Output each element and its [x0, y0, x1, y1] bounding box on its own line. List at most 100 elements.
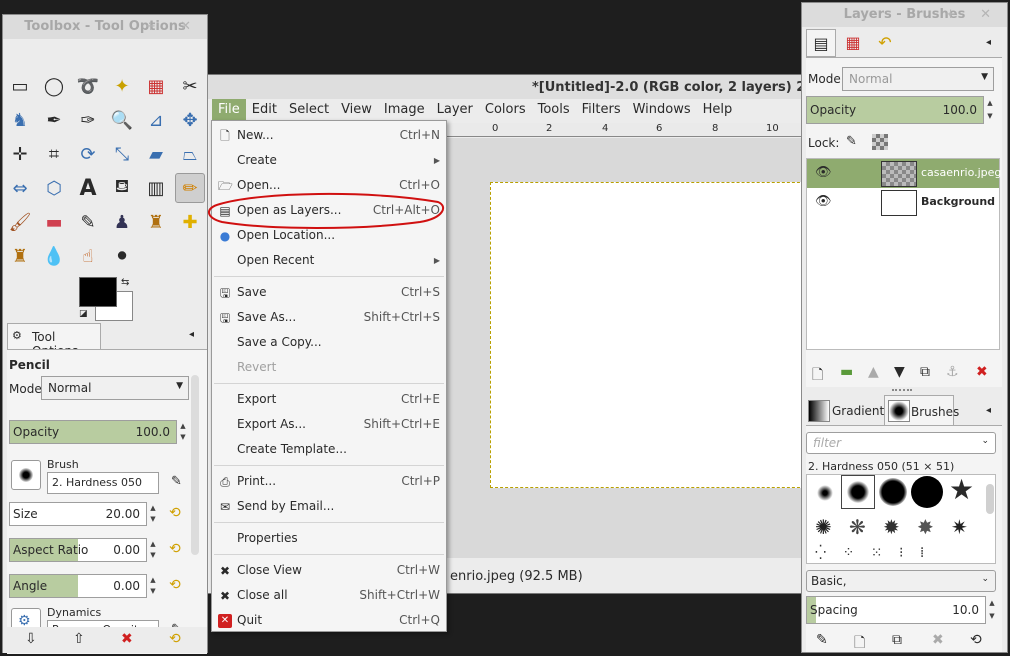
spacing-slider[interactable]: Spacing 10.0 ▲ ▼ — [806, 596, 995, 624]
menu-item-export-as[interactable]: Export As... Shift+Ctrl+E — [212, 412, 446, 437]
menu-item-properties[interactable]: Properties — [212, 526, 446, 551]
anchor-layer-icon[interactable]: ⚓ — [946, 364, 959, 380]
lock-alpha-icon[interactable] — [872, 134, 888, 150]
brush-acrylic-3[interactable]: ✹ — [883, 515, 900, 539]
menu-item-save-copy[interactable]: Save a Copy... — [212, 330, 446, 355]
restore-options-icon[interactable]: ⇧ — [73, 631, 85, 647]
lower-layer-icon[interactable]: ▼ — [894, 364, 905, 380]
cage-tool-icon[interactable]: ⬡ — [39, 173, 69, 203]
refresh-brushes-icon[interactable]: ⟲ — [970, 632, 982, 648]
brush-preset-dropdown[interactable]: Basic, ⌄ — [806, 570, 996, 592]
menu-edit[interactable]: Edit — [246, 99, 283, 121]
menu-item-create-template[interactable]: Create Template... — [212, 437, 446, 462]
perspective-clone-tool-icon[interactable]: ♜ — [5, 241, 35, 271]
menu-item-save[interactable]: 🖫 Save Ctrl+S — [212, 280, 446, 305]
brush-filter-input[interactable]: filter ⌄ — [806, 432, 996, 454]
spin-arrows-icon[interactable]: ▲ ▼ — [985, 97, 995, 123]
pencil-tool-icon[interactable]: ✏ — [175, 173, 205, 203]
ellipse-select-tool-icon[interactable]: ◯ — [39, 71, 69, 101]
brush-acrylic-1[interactable]: ✺ — [815, 515, 832, 539]
menu-item-print[interactable]: ⎙ Print... Ctrl+P — [212, 469, 446, 494]
reset-options-icon[interactable]: ⟲ — [169, 631, 181, 647]
fuzzy-select-tool-icon[interactable]: ✦ — [107, 71, 137, 101]
text-tool-icon[interactable]: A — [73, 173, 103, 203]
brush-acrylic-4[interactable]: ✸ — [917, 515, 934, 539]
canvas-image[interactable] — [490, 182, 810, 488]
zoom-tool-icon[interactable]: 🔍 — [107, 105, 137, 135]
panel-menu-icon[interactable]: ◂ — [986, 405, 991, 416]
layer-row[interactable]: 👁 casaenrio.jpeg — [807, 159, 1001, 188]
move-tool-icon[interactable]: ✥ — [175, 105, 205, 135]
menu-item-send-email[interactable]: ✉ Send by Email... — [212, 494, 446, 519]
reset-aspect-icon[interactable]: ⟲ — [169, 541, 181, 557]
swap-colors-icon[interactable]: ⇆ — [121, 277, 129, 288]
menu-select[interactable]: Select — [283, 99, 335, 121]
tab-gradients[interactable]: Gradients — [806, 397, 890, 423]
brush-hardness-025[interactable] — [817, 485, 833, 501]
foreground-color-swatch[interactable] — [79, 277, 117, 307]
aspect-ratio-slider[interactable]: Aspect Ratio 0.00 ▲ ▼ — [9, 538, 156, 562]
color-select-tool-icon[interactable]: ▦ — [141, 71, 171, 101]
scissors-tool-icon[interactable]: ✂ — [175, 71, 205, 101]
menu-item-save-as[interactable]: 🖫 Save As... Shift+Ctrl+S — [212, 305, 446, 330]
dodge-burn-tool-icon[interactable]: ⚫ — [107, 241, 137, 271]
menu-item-new[interactable]: 🗋 New... Ctrl+N — [212, 123, 446, 148]
clone-tool-icon[interactable]: ♜ — [141, 207, 171, 237]
menu-layer[interactable]: Layer — [431, 99, 479, 121]
delete-brush-icon[interactable]: ✖ — [932, 632, 944, 648]
spin-arrows-icon[interactable]: ▲ ▼ — [987, 597, 997, 623]
default-colors-icon[interactable]: ◪ — [79, 309, 88, 319]
ink-tool-icon[interactable]: ♟ — [107, 207, 137, 237]
blur-tool-icon[interactable]: 💧 — [39, 241, 69, 271]
brush-grid-scrollbar[interactable] — [986, 484, 994, 514]
brush-hardness-075[interactable] — [879, 478, 907, 506]
panel-menu-icon[interactable]: ◂ — [986, 37, 991, 48]
tool-options-scrollbar[interactable] — [191, 375, 199, 555]
shear-tool-icon[interactable]: ▰ — [141, 139, 171, 169]
delete-options-icon[interactable]: ✖ — [121, 631, 133, 647]
spin-arrows-icon[interactable]: ▲ ▼ — [148, 503, 158, 525]
foreground-select-tool-icon[interactable]: ♞ — [5, 105, 35, 135]
menu-filters[interactable]: Filters — [576, 99, 627, 121]
size-slider[interactable]: Size 20.00 ▲ ▼ — [9, 502, 156, 526]
lock-pixels-icon[interactable]: ✎ — [846, 134, 857, 149]
brush-hardness-100[interactable] — [911, 476, 943, 508]
spin-arrows-icon[interactable]: ▲ ▼ — [148, 575, 158, 597]
menu-item-open-recent[interactable]: Open Recent ▶ — [212, 248, 446, 273]
tab-undo[interactable]: ↶ — [870, 29, 900, 57]
tab-layers[interactable]: ▤ — [806, 29, 836, 57]
tool-options-tab[interactable]: ⚙ Tool Options — [7, 323, 101, 358]
paintbrush-tool-icon[interactable]: 🖌 — [5, 207, 35, 237]
angle-slider[interactable]: Angle 0.00 ▲ ▼ — [9, 574, 156, 598]
horizontal-ruler[interactable]: 0 2 4 6 8 10 — [446, 123, 804, 137]
eraser-tool-icon[interactable]: ▬ — [39, 207, 69, 237]
menu-item-close-all[interactable]: ✖ Close all Shift+Ctrl+W — [212, 583, 446, 608]
pane-divider[interactable] — [892, 389, 912, 393]
titlebar-buttons[interactable]: + ✕ — [145, 15, 201, 39]
layer-opacity-slider[interactable]: Opacity 100.0 ▲ ▼ — [806, 96, 993, 124]
lasso-tool-icon[interactable]: ➰ — [73, 71, 103, 101]
menu-image[interactable]: Image — [378, 99, 431, 121]
edit-brush-icon[interactable]: ✎ — [171, 474, 182, 489]
blend-tool-icon[interactable]: ▥ — [141, 173, 171, 203]
brush-hardness-050[interactable] — [847, 481, 869, 503]
menu-item-close-view[interactable]: ✖ Close View Ctrl+W — [212, 558, 446, 583]
brush-acrylic-5[interactable]: ✷ — [951, 515, 968, 539]
menu-help[interactable]: Help — [697, 99, 739, 121]
spin-arrows-icon[interactable]: ▲ ▼ — [148, 539, 158, 561]
brush-acrylic-2[interactable]: ❋ — [849, 515, 866, 539]
rotate-tool-icon[interactable]: ⟳ — [73, 139, 103, 169]
airbrush-tool-icon[interactable]: ✎ — [73, 207, 103, 237]
crop-tool-icon[interactable]: ⌗ — [39, 139, 69, 169]
menu-file[interactable]: File — [212, 99, 246, 121]
menu-colors[interactable]: Colors — [479, 99, 532, 121]
measure-tool-icon[interactable]: ⊿ — [141, 105, 171, 135]
menu-windows[interactable]: Windows — [627, 99, 697, 121]
reset-angle-icon[interactable]: ⟲ — [169, 577, 181, 593]
new-layer-icon[interactable]: 🗋 — [812, 364, 823, 388]
bucket-fill-tool-icon[interactable]: ⛾ — [107, 173, 137, 203]
menu-item-export[interactable]: Export Ctrl+E — [212, 387, 446, 412]
save-options-icon[interactable]: ⇩ — [25, 631, 37, 647]
new-layer-group-icon[interactable]: ▬ — [840, 364, 853, 380]
menu-item-quit[interactable]: ✕ Quit Ctrl+Q — [212, 608, 446, 633]
